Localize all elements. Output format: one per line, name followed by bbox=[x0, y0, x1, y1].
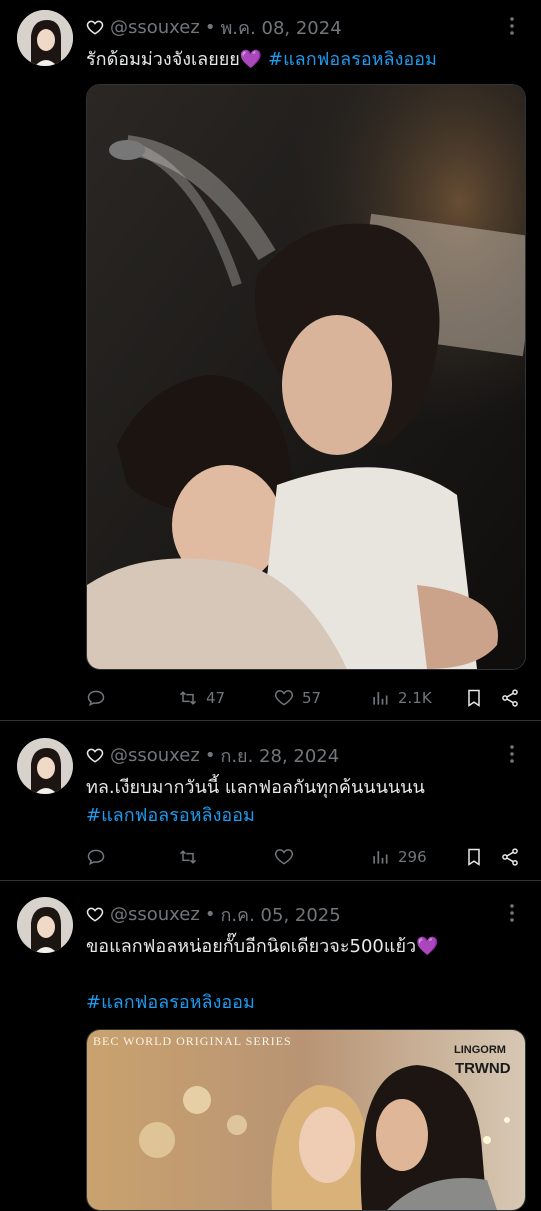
retweet-count: 47 bbox=[206, 689, 226, 707]
separator-dot: • bbox=[204, 903, 216, 925]
heart-icon bbox=[274, 849, 294, 865]
tweet-body: ทล.เงียบมากวันนี้ แลกฟอลกันทุกค้นนนนนน bbox=[86, 777, 425, 798]
hashtag-link[interactable]: #แลกฟอลรอหลิงออม bbox=[268, 49, 437, 70]
reply-button[interactable] bbox=[86, 684, 106, 712]
avatar[interactable] bbox=[17, 10, 73, 66]
tweet-2[interactable]: @ssouxez • ก.ย. 28, 2024 ทล.เงียบมากวันน… bbox=[0, 721, 541, 881]
avatar[interactable] bbox=[17, 897, 73, 953]
share-icon bbox=[502, 689, 518, 707]
tweet-photo[interactable]: BEC WORLD ORIGINAL SERIES LINGORM TRWND bbox=[86, 1029, 526, 1211]
media-logo-top: LINGORM bbox=[454, 1044, 506, 1056]
views-button[interactable]: 296 bbox=[370, 843, 427, 871]
bookmark-icon bbox=[468, 689, 480, 707]
tweet-body: รักด้อมม่วงจังเลยยย💜 bbox=[86, 49, 263, 70]
separator-dot: • bbox=[204, 744, 216, 766]
view-count: 296 bbox=[398, 848, 427, 866]
user-handle[interactable]: @ssouxez bbox=[110, 17, 200, 38]
more-icon[interactable] bbox=[504, 903, 520, 923]
user-handle[interactable]: @ssouxez bbox=[110, 904, 200, 925]
heart-icon bbox=[86, 907, 104, 922]
hashtag-link[interactable]: #แลกฟอลรอหลิงออม bbox=[86, 802, 255, 830]
like-button[interactable] bbox=[274, 843, 294, 871]
action-bar: 296 bbox=[86, 843, 526, 871]
heart-icon bbox=[86, 20, 104, 35]
tweet-3[interactable]: @ssouxez • ก.ค. 05, 2025 ขอแลกฟอลหน่อยกั… bbox=[0, 881, 541, 1211]
avatar[interactable] bbox=[17, 738, 73, 794]
views-button[interactable]: 2.1K bbox=[370, 684, 432, 712]
user-handle[interactable]: @ssouxez bbox=[110, 745, 200, 766]
like-count: 57 bbox=[302, 689, 322, 707]
more-icon[interactable] bbox=[504, 744, 520, 764]
hashtag-link[interactable]: #แลกฟอลรอหลิงออม bbox=[86, 989, 255, 1017]
tweet-date[interactable]: ก.ค. 05, 2025 bbox=[220, 900, 340, 929]
retweet-button[interactable] bbox=[178, 843, 198, 871]
views-icon bbox=[373, 851, 388, 864]
like-button[interactable]: 57 bbox=[274, 684, 321, 712]
reply-button[interactable] bbox=[86, 843, 106, 871]
heart-icon bbox=[274, 690, 294, 706]
bookmark-icon bbox=[468, 848, 480, 866]
tweet-header: @ssouxez • พ.ค. 08, 2024 bbox=[86, 15, 342, 39]
reply-icon bbox=[87, 849, 105, 866]
tweet-body: ขอแลกฟอลหน่อยกั๊บอีกนิดเดียวจะ500แย้ว💜 bbox=[86, 936, 439, 957]
tweet-header: @ssouxez • ก.ค. 05, 2025 bbox=[86, 902, 341, 926]
bookmark-button[interactable] bbox=[464, 684, 484, 712]
bookmark-button[interactable] bbox=[464, 843, 484, 871]
share-button[interactable] bbox=[500, 843, 520, 871]
media-caption: BEC WORLD ORIGINAL SERIES bbox=[93, 1034, 292, 1048]
tweet-1[interactable]: @ssouxez • พ.ค. 08, 2024 รักด้อมม่วงจังเ… bbox=[0, 0, 541, 720]
tweet-header: @ssouxez • ก.ย. 28, 2024 bbox=[86, 743, 339, 767]
retweet-button[interactable]: 47 bbox=[178, 684, 225, 712]
reply-icon bbox=[87, 690, 105, 707]
heart-icon bbox=[86, 748, 104, 763]
tweet-date[interactable]: ก.ย. 28, 2024 bbox=[220, 741, 339, 770]
view-count: 2.1K bbox=[398, 689, 432, 707]
tweet-text: รักด้อมม่วงจังเลยยย💜 #แลกฟอลรอหลิงออม bbox=[86, 46, 437, 74]
views-icon bbox=[373, 692, 388, 705]
action-bar: 47 57 2.1K bbox=[86, 684, 526, 712]
share-icon bbox=[502, 848, 518, 866]
more-icon[interactable] bbox=[504, 16, 520, 36]
media-logo-bottom: TRWND bbox=[455, 1060, 511, 1077]
retweet-icon bbox=[179, 691, 197, 705]
tweet-date[interactable]: พ.ค. 08, 2024 bbox=[220, 13, 341, 42]
tweet-photo[interactable] bbox=[86, 84, 526, 670]
retweet-icon bbox=[179, 850, 197, 864]
separator-dot: • bbox=[204, 16, 216, 38]
share-button[interactable] bbox=[500, 684, 520, 712]
